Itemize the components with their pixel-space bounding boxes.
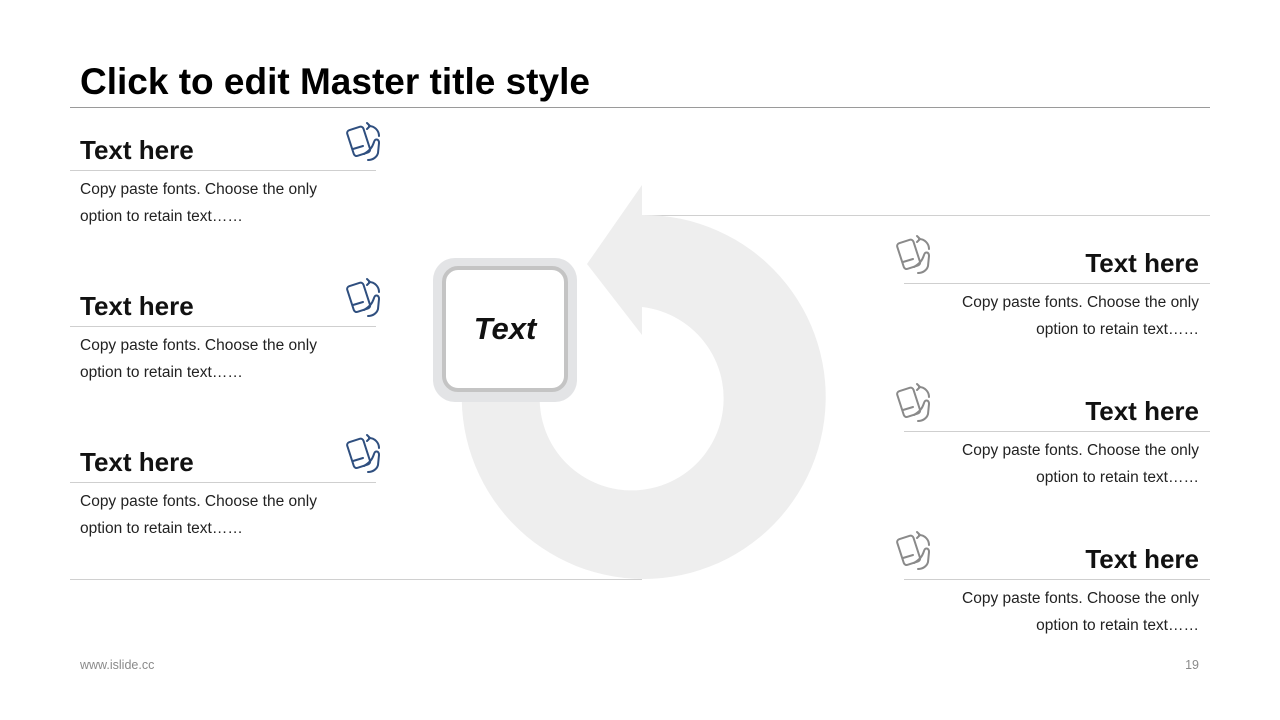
item-heading: Text here bbox=[1085, 396, 1199, 426]
phone-rotate-icon bbox=[346, 122, 380, 161]
left-item-3: Text here Copy paste fonts. Choose the o… bbox=[70, 434, 380, 556]
item-body: Copy paste fonts. Choose the only option… bbox=[962, 294, 1199, 338]
footer-url[interactable]: www.islide.cc bbox=[80, 658, 154, 672]
item-heading: Text here bbox=[1085, 248, 1199, 278]
phone-rotate-icon bbox=[896, 383, 930, 422]
title-rule bbox=[70, 107, 1210, 108]
right-item-1: Text here Copy paste fonts. Choose the o… bbox=[896, 235, 1210, 357]
item-body: Copy paste fonts. Choose the only option… bbox=[962, 590, 1199, 634]
right-item-2: Text here Copy paste fonts. Choose the o… bbox=[896, 383, 1210, 505]
phone-rotate-icon bbox=[346, 278, 380, 317]
right-item-3: Text here Copy paste fonts. Choose the o… bbox=[896, 531, 1210, 653]
item-body: Copy paste fonts. Choose the only option… bbox=[80, 493, 317, 537]
item-heading: Text here bbox=[80, 291, 194, 321]
phone-rotate-icon bbox=[896, 235, 930, 274]
item-rule bbox=[904, 431, 1210, 432]
item-heading: Text here bbox=[80, 447, 194, 477]
item-heading: Text here bbox=[80, 135, 194, 165]
item-rule bbox=[904, 283, 1210, 284]
item-body: Copy paste fonts. Choose the only option… bbox=[962, 442, 1199, 486]
phone-rotate-icon bbox=[346, 434, 380, 473]
left-item-1: Text here Copy paste fonts. Choose the o… bbox=[70, 122, 380, 244]
item-rule bbox=[70, 482, 376, 483]
phone-rotate-icon bbox=[896, 531, 930, 570]
item-rule bbox=[70, 326, 376, 327]
slide-title: Click to edit Master title style bbox=[80, 61, 590, 102]
item-rule bbox=[70, 170, 376, 171]
page-number: 19 bbox=[1185, 658, 1199, 672]
item-body: Copy paste fonts. Choose the only option… bbox=[80, 181, 317, 225]
center-label: Text bbox=[473, 311, 537, 346]
center-box[interactable]: Text bbox=[442, 266, 568, 392]
item-rule bbox=[904, 579, 1210, 580]
item-heading: Text here bbox=[1085, 544, 1199, 574]
item-body: Copy paste fonts. Choose the only option… bbox=[80, 337, 317, 381]
left-item-2: Text here Copy paste fonts. Choose the o… bbox=[70, 278, 380, 400]
